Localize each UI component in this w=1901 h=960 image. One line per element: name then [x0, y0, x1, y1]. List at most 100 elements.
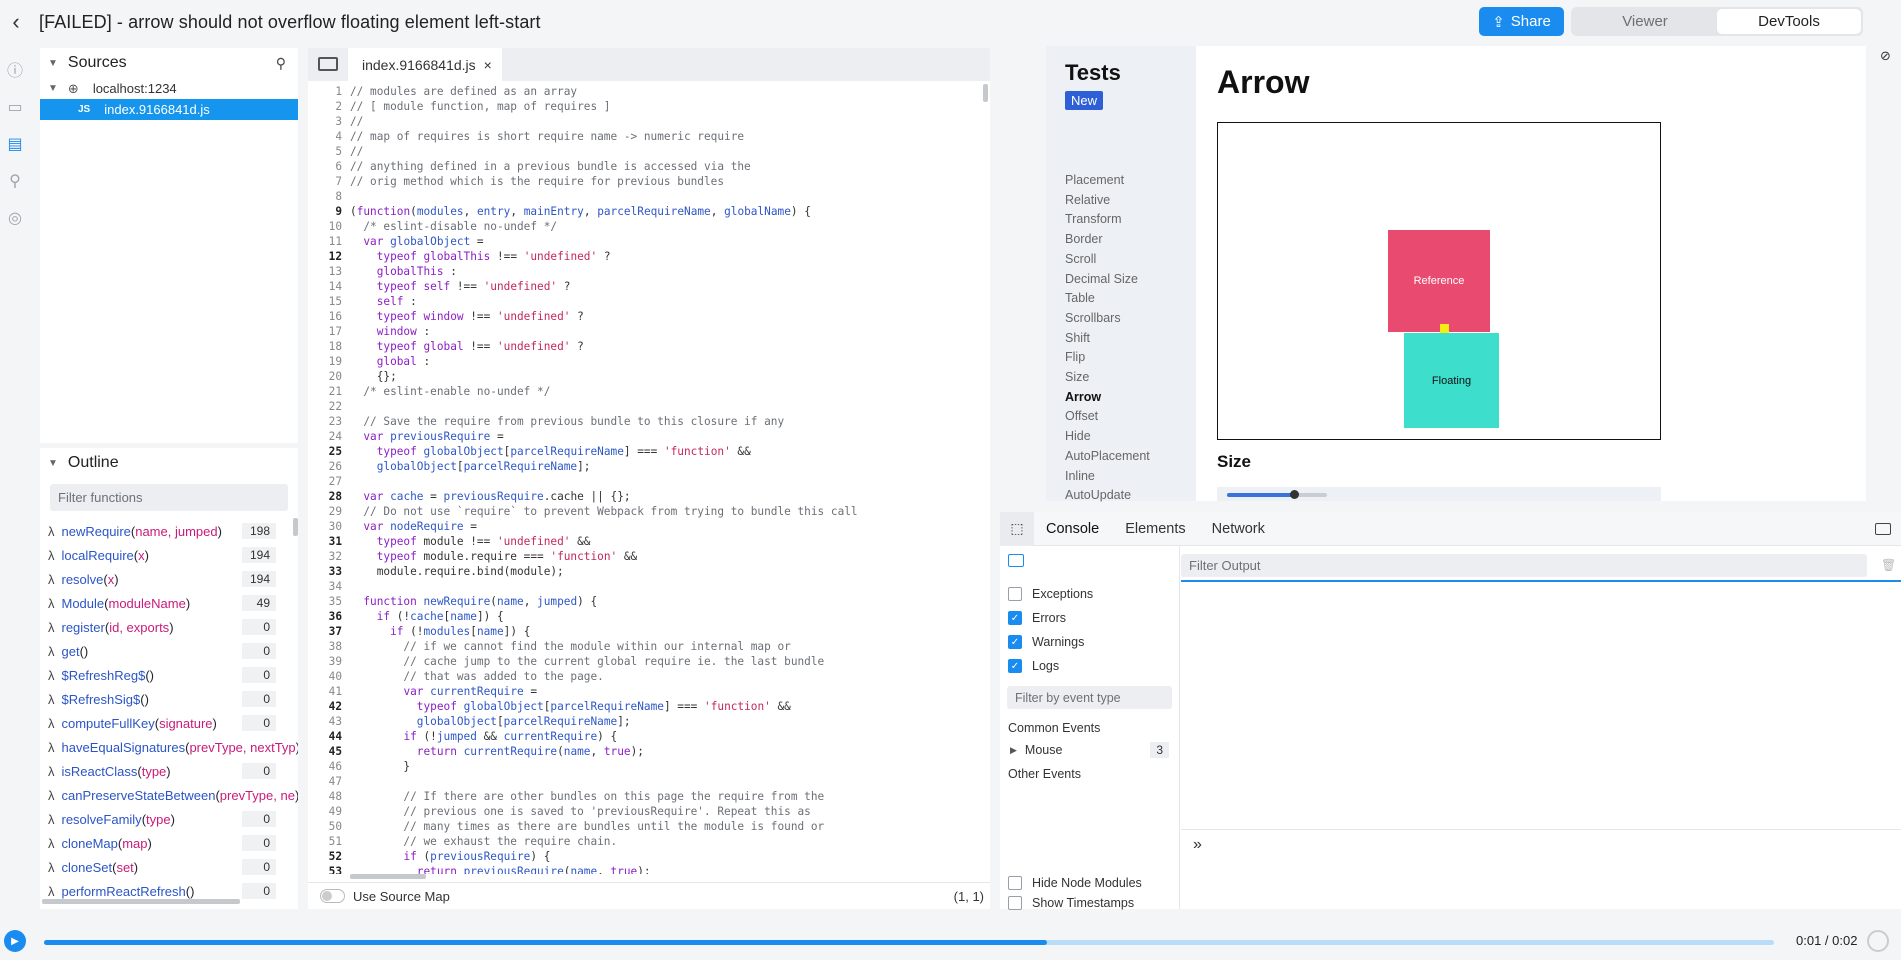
outline-item[interactable]: λ newRequire(name, jumped) 198	[40, 519, 298, 543]
outline-item[interactable]: λ isReactClass(type) 0	[40, 759, 298, 783]
filter-checkbox[interactable]: ✓	[1008, 611, 1022, 625]
nav-item-offset[interactable]: Offset	[1065, 409, 1098, 423]
outline-item[interactable]: λhaveEqualSignatures(prevType, nextTyp)	[40, 735, 298, 759]
globe-icon: ⊕	[67, 80, 79, 96]
filter-exceptions-row[interactable]: Exceptions	[1000, 582, 1179, 606]
console-prompt[interactable]: »	[1193, 836, 1202, 854]
nav-item-scroll[interactable]: Scroll	[1065, 252, 1096, 266]
nav-item-decimal-size[interactable]: Decimal Size	[1065, 272, 1138, 286]
tab-network[interactable]: Network	[1212, 521, 1265, 537]
nav-item-flip[interactable]: Flip	[1065, 350, 1085, 364]
paren-close: )	[144, 547, 149, 563]
source-explorer-icon[interactable]: ▤	[6, 135, 24, 153]
hit-count: 0	[242, 835, 276, 851]
dock-toggle-icon[interactable]	[1875, 523, 1891, 535]
nav-item-border[interactable]: Border	[1065, 232, 1103, 246]
hide-node-modules-checkbox[interactable]	[1008, 876, 1022, 890]
recording-title: [FAILED] - arrow should not overflow flo…	[39, 11, 541, 32]
function-params: id, exports	[109, 619, 170, 635]
nav-item-hide[interactable]: Hide	[1065, 429, 1091, 443]
tab-elements[interactable]: Elements	[1125, 521, 1185, 537]
console-output: Filter Output 🗑 »	[1181, 546, 1901, 909]
filter-checkbox[interactable]: ✓	[1008, 659, 1022, 673]
outline-scrollbar[interactable]	[293, 518, 298, 536]
nav-item-autoplacement[interactable]: AutoPlacement	[1065, 449, 1150, 463]
expand-caret-icon: ▶	[1010, 744, 1017, 755]
sidebar-toggle-row	[1000, 546, 1179, 576]
nav-item-arrow[interactable]: Arrow	[1065, 390, 1101, 404]
timeline-track[interactable]	[44, 940, 1774, 945]
filter-logs-row[interactable]: ✓ Logs	[1000, 654, 1179, 678]
reference-element: Reference	[1388, 230, 1490, 332]
outline-item[interactable]: λ resolve(x) 194	[40, 567, 298, 591]
outline-item[interactable]: λ get() 0	[40, 639, 298, 663]
tab-console[interactable]: Console	[1046, 521, 1099, 537]
outline-item[interactable]: λcanPreserveStateBetween(prevType, ne)	[40, 783, 298, 807]
nav-item-table[interactable]: Table	[1065, 291, 1095, 305]
filter-event-input[interactable]: Filter by event type	[1007, 686, 1172, 709]
element-picker-icon[interactable]: ⬚	[1000, 511, 1034, 546]
settings-gear-icon[interactable]	[1867, 930, 1889, 952]
slider-knob[interactable]	[1290, 490, 1299, 499]
search-icon[interactable]: ⚲	[6, 172, 24, 190]
show-timestamps-checkbox[interactable]	[1008, 896, 1022, 910]
editor-tab[interactable]: index.9166841d.js ×	[348, 48, 502, 81]
test-stage: Reference Floating	[1217, 122, 1661, 440]
nav-item-scrollbars[interactable]: Scrollbars	[1065, 311, 1121, 325]
outline-item[interactable]: λ cloneMap(map) 0	[40, 831, 298, 855]
playback-time: 0:01 / 0:02	[1796, 933, 1858, 948]
sources-header[interactable]: ▼ Sources ⚲	[40, 48, 298, 78]
search-sources-icon[interactable]: ⚲	[276, 55, 286, 72]
devtools-mode-button[interactable]: DevTools	[1717, 9, 1861, 34]
code-view[interactable]: 1// modules are defined as an array 2// …	[308, 84, 990, 874]
outline-item[interactable]: λ register(id, exports) 0	[40, 615, 298, 639]
file-row[interactable]: JS index.9166841d.js	[40, 99, 298, 120]
back-arrow-icon[interactable]: ‹	[3, 9, 29, 35]
filter-output-input[interactable]: Filter Output	[1181, 554, 1867, 577]
toggle-sidebar-icon[interactable]	[318, 57, 338, 71]
outline-item[interactable]: λ localRequire(x) 194	[40, 543, 298, 567]
filter-errors-row[interactable]: ✓ Errors	[1000, 606, 1179, 630]
filter-functions-input[interactable]: Filter functions	[50, 484, 288, 511]
source-map-toggle[interactable]	[320, 889, 345, 903]
hide-video-icon[interactable]: ⊘	[1880, 48, 1896, 64]
new-badge[interactable]: New	[1065, 91, 1104, 110]
paren-close: )	[212, 715, 217, 731]
hide-node-modules-row[interactable]: Hide Node Modules	[1000, 873, 1180, 893]
code-v-scrollbar[interactable]	[983, 84, 988, 102]
viewer-mode-button[interactable]: Viewer	[1573, 9, 1717, 34]
nav-item-shift[interactable]: Shift	[1065, 331, 1090, 345]
nav-item-transform[interactable]: Transform	[1065, 212, 1122, 226]
play-button[interactable]: ▶	[4, 930, 26, 952]
outline-item[interactable]: λ computeFullKey(signature) 0	[40, 711, 298, 735]
outline-h-scrollbar[interactable]	[42, 899, 240, 904]
mouse-event-row[interactable]: ▶ Mouse 3	[1000, 739, 1179, 761]
nav-item-relative[interactable]: Relative	[1065, 193, 1110, 207]
filter-warnings-row[interactable]: ✓ Warnings	[1000, 630, 1179, 654]
filter-checkbox[interactable]: ✓	[1008, 635, 1022, 649]
show-timestamps-row[interactable]: Show Timestamps	[1000, 893, 1180, 913]
outline-item[interactable]: λ Module(moduleName) 49	[40, 591, 298, 615]
outline-item[interactable]: λ resolveFamily(type) 0	[40, 807, 298, 831]
size-slider-box	[1217, 487, 1661, 501]
hit-count: 0	[242, 763, 276, 779]
share-button[interactable]: ⇪ Share	[1479, 7, 1564, 36]
info-icon[interactable]: ⓘ	[6, 60, 24, 80]
replay-info-icon[interactable]: ◎	[6, 209, 24, 227]
code-h-scrollbar[interactable]	[350, 874, 426, 879]
outline-header[interactable]: ▼ Outline	[40, 448, 298, 478]
nav-item-autoupdate[interactable]: AutoUpdate	[1065, 488, 1131, 502]
hit-count: 0	[242, 667, 276, 683]
outline-item[interactable]: λ cloneSet(set) 0	[40, 855, 298, 879]
filter-checkbox[interactable]	[1008, 587, 1022, 601]
sidebar-toggle-icon[interactable]	[1008, 554, 1024, 567]
clear-console-icon[interactable]: 🗑	[1881, 558, 1896, 572]
outline-item[interactable]: λ $RefreshReg$() 0	[40, 663, 298, 687]
close-tab-icon[interactable]: ×	[484, 57, 492, 73]
nav-item-placement[interactable]: Placement	[1065, 173, 1124, 187]
nav-item-inline[interactable]: Inline	[1065, 469, 1095, 483]
comments-icon[interactable]: ▭	[6, 98, 24, 116]
nav-item-size[interactable]: Size	[1065, 370, 1089, 384]
outline-item[interactable]: λ $RefreshSig$() 0	[40, 687, 298, 711]
host-row[interactable]: ▼ ⊕ localhost:1234	[40, 78, 298, 99]
